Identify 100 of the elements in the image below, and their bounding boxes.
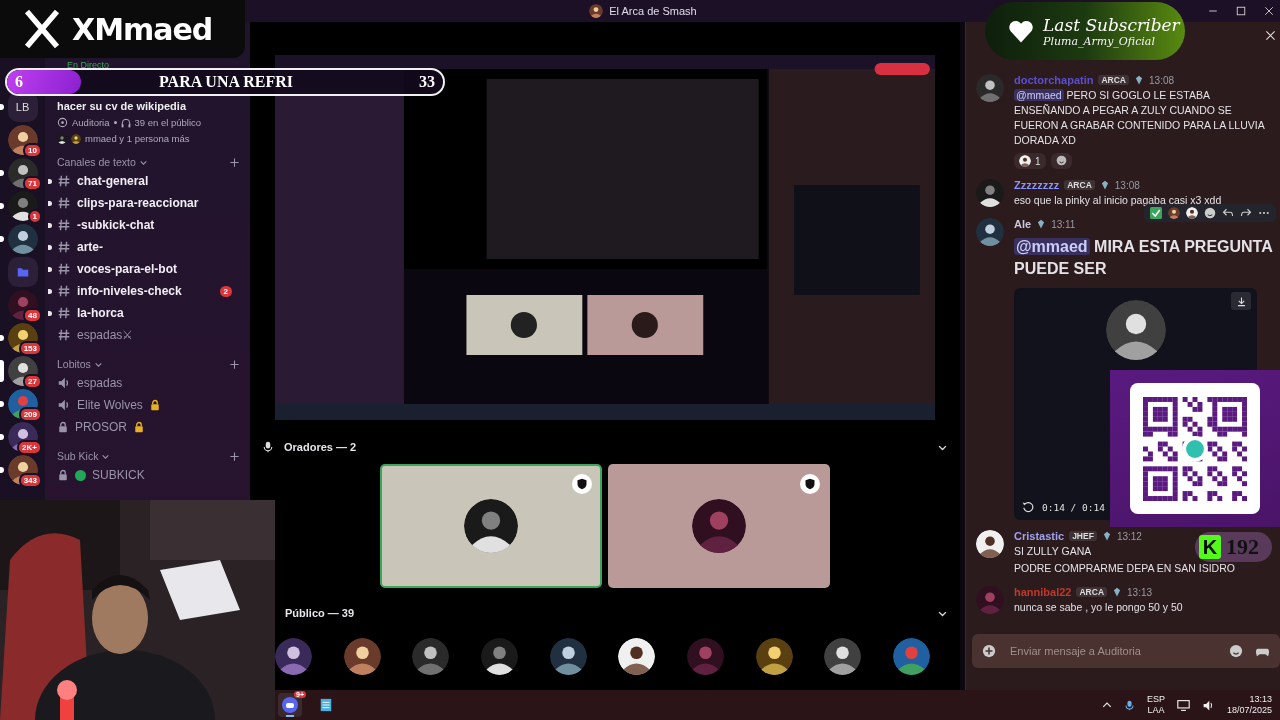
message-input[interactable]: Enviar mensaje a Auditoria: [1008, 644, 1217, 658]
message-time: 13:13: [1127, 586, 1153, 598]
category-title[interactable]: Lobitos: [57, 358, 91, 370]
close-icon[interactable]: [1265, 29, 1276, 41]
channel-item[interactable]: la-horca: [57, 302, 240, 324]
close-icon[interactable]: [1264, 6, 1274, 16]
channel-item[interactable]: Elite Wolves: [57, 394, 240, 416]
channel-item[interactable]: voces-para-el-bot: [57, 258, 240, 280]
message-text: SI ZULLY GANA: [1014, 544, 1092, 559]
author-name[interactable]: Cristastic: [1014, 530, 1065, 542]
channel-item[interactable]: espadas: [57, 372, 240, 394]
avatar-icon: [1105, 300, 1166, 360]
clock-date[interactable]: 18/07/2025: [1226, 705, 1272, 716]
plus-icon[interactable]: [229, 358, 240, 370]
emoji-icon[interactable]: [1229, 644, 1243, 658]
avatar-icon[interactable]: [976, 530, 1004, 558]
headphones-icon: [120, 117, 131, 128]
add-reaction-button[interactable]: [1050, 153, 1072, 169]
channel-name: XMmaed: [72, 11, 213, 47]
unread-badge: 209: [18, 407, 42, 422]
channel-item[interactable]: SUBKICK: [57, 464, 240, 486]
message-field[interactable]: Enviar mensaje a Auditoria: [972, 634, 1280, 668]
avatar-icon[interactable]: [549, 638, 587, 675]
caret-up-icon[interactable]: [1101, 700, 1112, 710]
unread-badge: 48: [23, 308, 42, 323]
message-text: @mmaed MIRA ESTA PREGUNTA PUEDE SER: [1014, 237, 1274, 279]
avatar-icon[interactable]: [480, 638, 518, 675]
mention-link[interactable]: @mmaed: [1014, 89, 1064, 101]
message-time: 13:08: [1149, 74, 1175, 86]
goal-label: PARA UNA REFRI: [159, 73, 293, 91]
channel-item[interactable]: -subkick-chat: [57, 214, 240, 236]
channel-item[interactable]: PROSOR: [57, 416, 240, 438]
channel-item[interactable]: info-niveles-check 2: [57, 280, 240, 302]
language-indicator[interactable]: ESP: [1146, 694, 1165, 705]
video-time: 0:14 / 0:14: [1042, 501, 1105, 513]
server-icon[interactable]: LB: [7, 92, 38, 122]
avatar-icon[interactable]: [618, 638, 656, 675]
subscriber-name: Pluma_Army_Oficial: [1043, 34, 1156, 48]
speaker-tile[interactable]: [608, 464, 830, 588]
channel-item[interactable]: chat-general: [57, 170, 240, 192]
channel-item[interactable]: espadas⚔: [57, 324, 240, 346]
mic-icon[interactable]: [1123, 698, 1135, 712]
reaction-chip[interactable]: 1: [1014, 153, 1046, 169]
avatar-icon[interactable]: [976, 179, 1004, 207]
unread-badge: 71: [23, 176, 42, 191]
avatar-icon[interactable]: [755, 638, 793, 675]
unread-indicator: [0, 434, 4, 440]
channel-item[interactable]: arte-: [57, 236, 240, 258]
avatar-icon[interactable]: [1186, 207, 1198, 219]
category-title[interactable]: Sub Kick: [57, 450, 99, 462]
avatar-icon[interactable]: [343, 638, 381, 675]
avatar-icon[interactable]: [412, 638, 450, 675]
shield-icon: [572, 474, 592, 494]
avatar-icon[interactable]: [824, 638, 862, 675]
folder-icon: [16, 266, 29, 278]
plus-icon[interactable]: [229, 450, 240, 462]
unread-indicator: [0, 203, 4, 209]
unread-indicator: [0, 170, 4, 176]
live-label: En Directo: [67, 60, 111, 70]
channel-item[interactable]: clips-para-reaccionar: [57, 192, 240, 214]
monitor-icon[interactable]: [1176, 698, 1190, 712]
mention-badge: 2: [219, 285, 232, 297]
forward-icon[interactable]: [1240, 207, 1252, 219]
avatar-icon[interactable]: [976, 74, 1004, 102]
avatar-icon: [464, 499, 518, 553]
download-button[interactable]: [1231, 292, 1251, 310]
maximize-icon[interactable]: [1236, 6, 1246, 16]
folder-button[interactable]: [7, 257, 38, 287]
clock-time[interactable]: 13:13: [1249, 694, 1272, 705]
server-icon[interactable]: [7, 224, 38, 254]
emoji-icon[interactable]: [1204, 207, 1216, 219]
plus-circle-icon[interactable]: [982, 644, 996, 658]
mention-link[interactable]: @mmaed: [1014, 238, 1090, 255]
separator-dot: [113, 121, 117, 124]
avatar-icon[interactable]: [275, 638, 312, 675]
server-icon[interactable]: [7, 191, 38, 221]
unread-badge: 153: [18, 341, 42, 356]
avatar-icon[interactable]: [1168, 207, 1180, 219]
plus-icon[interactable]: [229, 156, 240, 168]
avatar-icon[interactable]: [976, 218, 1004, 246]
notepad-icon: [319, 697, 333, 713]
author-name[interactable]: Ale: [1014, 218, 1032, 230]
speaker-icon[interactable]: [1201, 698, 1215, 712]
stage-icon: [57, 117, 68, 128]
hash-icon: [57, 262, 71, 276]
speaker-icon: [57, 398, 71, 412]
replay-icon[interactable]: [1022, 501, 1034, 513]
speaker-tile[interactable]: [380, 464, 602, 588]
language-indicator[interactable]: LAA: [1147, 705, 1165, 716]
hash-icon: [57, 306, 71, 320]
avatar-icon[interactable]: [892, 638, 930, 675]
members-text: mmaed y 1 persona más: [85, 133, 190, 144]
x-logo-icon: [22, 9, 62, 49]
unread-badge: 10: [23, 143, 42, 158]
check-icon[interactable]: [1150, 207, 1162, 219]
category-title[interactable]: Canales de texto: [57, 156, 136, 168]
reply-icon[interactable]: [1222, 207, 1234, 219]
author-name[interactable]: Zzzzzzzz: [1014, 179, 1060, 191]
shield-icon: [800, 474, 820, 494]
follower-count: 192: [1226, 534, 1259, 560]
